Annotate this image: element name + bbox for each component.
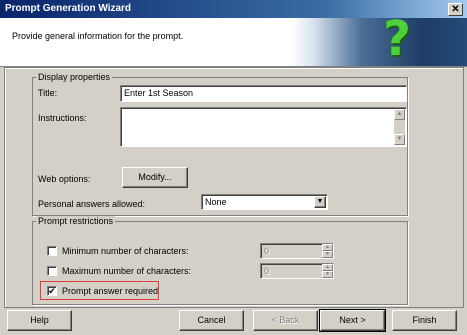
modify-button[interactable]: Modify... (122, 167, 188, 188)
spin-up-icon[interactable]: ▲ (322, 264, 333, 271)
wizard-banner-image (292, 18, 467, 66)
max-chars-spinner[interactable]: ▲ ▼ (322, 264, 333, 278)
title-label: Title: (38, 88, 58, 98)
checkmark-icon: ✔ (48, 286, 56, 296)
finish-button[interactable]: Finish (392, 310, 457, 331)
question-mark-icon: ? (383, 18, 411, 67)
min-chars-checkbox[interactable] (47, 246, 57, 256)
scroll-up-icon[interactable]: ▲ (394, 109, 405, 120)
required-label: Prompt answer required (62, 286, 159, 296)
min-chars-spinner[interactable]: ▲ ▼ (322, 244, 333, 258)
spin-down-icon[interactable]: ▼ (322, 271, 333, 278)
instructions-field[interactable] (120, 107, 407, 147)
spin-down-icon[interactable]: ▼ (322, 251, 333, 258)
chevron-down-icon[interactable]: ▼ (314, 196, 326, 208)
close-icon: ✕ (451, 4, 460, 15)
modify-button-label: Modify... (138, 172, 172, 182)
window-title: Prompt Generation Wizard (5, 3, 132, 14)
wizard-header: Provide general information for the prom… (0, 18, 467, 67)
cancel-button[interactable]: Cancel (179, 310, 244, 331)
back-button[interactable]: < Back (253, 310, 318, 331)
header-description: Provide general information for the prom… (12, 31, 184, 41)
scroll-down-icon[interactable]: ▼ (394, 134, 405, 145)
personal-answers-value: None (205, 197, 227, 207)
title-value: Enter 1st Season (124, 88, 194, 98)
close-button[interactable]: ✕ (448, 3, 463, 16)
next-button-label: Next > (339, 315, 366, 325)
back-button-label: < Back (271, 315, 300, 325)
min-chars-label: Minimum number of characters: (62, 246, 189, 256)
title-bar: Prompt Generation Wizard ✕ (0, 0, 467, 18)
web-options-label: Web options: (38, 174, 91, 184)
max-chars-checkbox[interactable] (47, 266, 57, 276)
cancel-button-label: Cancel (197, 315, 226, 325)
instructions-scrollbar[interactable]: ▲ ▼ (394, 109, 405, 145)
required-checkbox[interactable]: ✔ (47, 286, 57, 296)
personal-answers-label: Personal answers allowed: (38, 199, 146, 209)
next-button[interactable]: Next > (319, 309, 386, 332)
min-chars-value: 0 (264, 246, 270, 256)
max-chars-label: Maximum number of characters: (62, 266, 192, 276)
prompt-restrictions-legend: Prompt restrictions (36, 216, 116, 226)
help-button[interactable]: Help (7, 310, 72, 331)
instructions-label: Instructions: (38, 113, 87, 123)
max-chars-value: 0 (264, 266, 270, 276)
help-button-label: Help (30, 315, 49, 325)
personal-answers-select[interactable]: None (201, 194, 328, 210)
finish-button-label: Finish (412, 315, 437, 325)
display-properties-legend: Display properties (36, 72, 113, 82)
spin-up-icon[interactable]: ▲ (322, 244, 333, 251)
title-field[interactable]: Enter 1st Season (120, 85, 407, 102)
